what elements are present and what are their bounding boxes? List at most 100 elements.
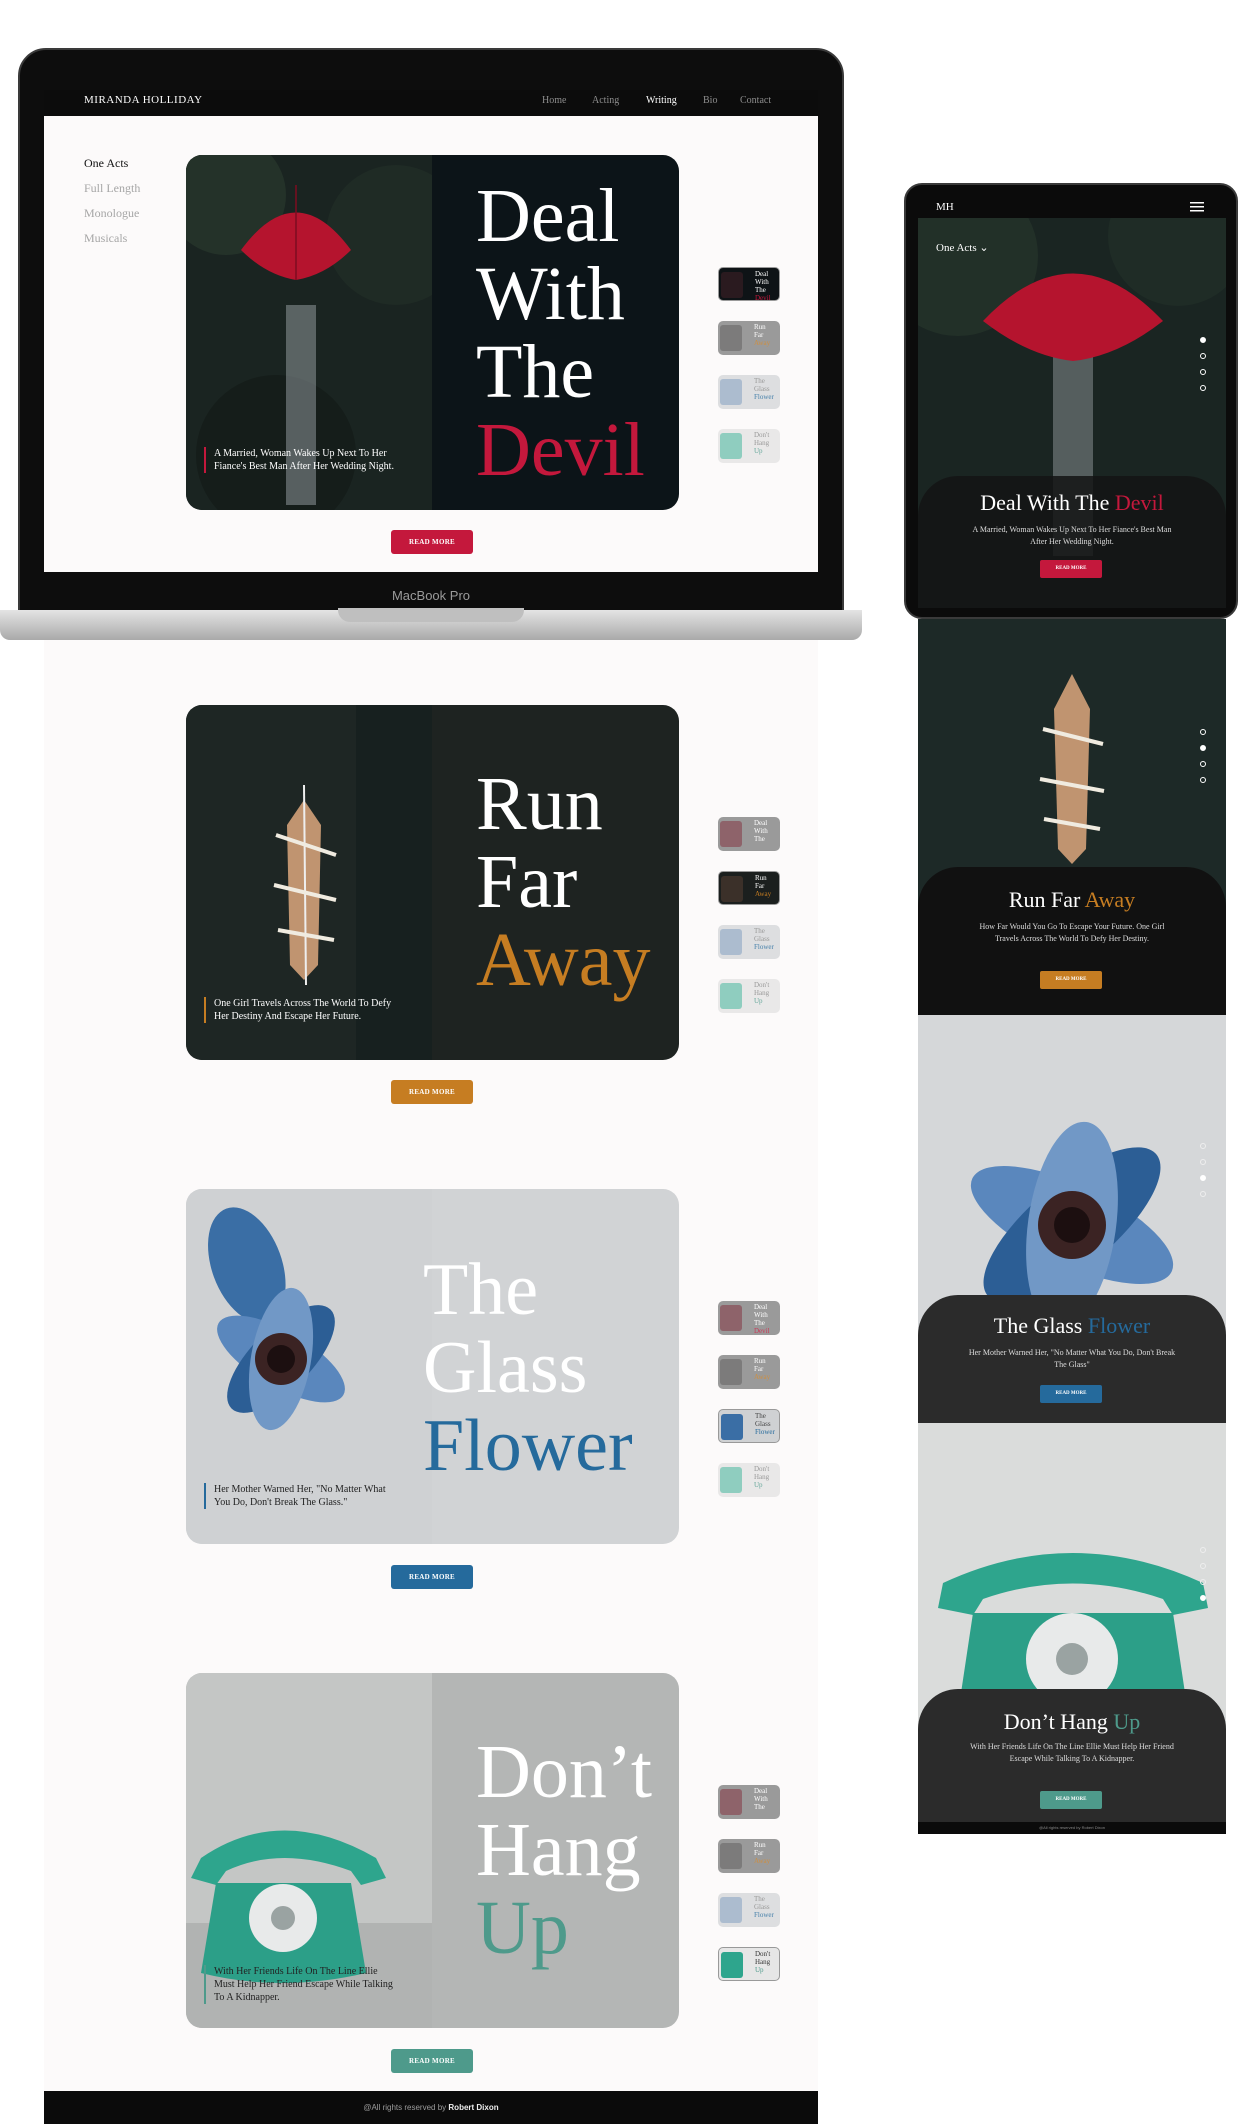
play-card-run-far-away[interactable]: Run Far Away One Girl Travels Across The… xyxy=(186,705,679,1060)
thumb-the-glass-flower[interactable]: The Glass Flower xyxy=(718,375,780,409)
slider-dot[interactable] xyxy=(1200,1143,1206,1149)
thumb-deal-with-the-devil[interactable]: Deal With The xyxy=(718,1785,780,1819)
chevron-down-icon: ⌄ xyxy=(979,242,989,254)
thumb-deal-with-the-devil[interactable]: Deal With The Devil xyxy=(718,1301,780,1335)
play-card-dont-hang-up[interactable]: Don’t Hang Up With Her Friends Life On T… xyxy=(186,1673,679,2028)
nav-writing[interactable]: Writing xyxy=(646,95,677,106)
thumb-dont-hang-up[interactable]: Don't Hang Up xyxy=(718,1947,780,1981)
thumb-image xyxy=(720,1789,742,1815)
thumb-image xyxy=(721,1952,743,1978)
read-more-button-up[interactable]: READ MORE xyxy=(391,2049,473,2073)
device-label: MacBook Pro xyxy=(391,588,471,603)
slider-dot[interactable] xyxy=(1200,353,1206,359)
sidebar-item-monologue[interactable]: Monologue xyxy=(84,206,139,221)
slider-dot[interactable] xyxy=(1200,1191,1206,1197)
thumb-dont-hang-up[interactable]: Don't Hang Up xyxy=(718,979,780,1013)
read-more-button-away[interactable]: READ MORE xyxy=(391,1080,473,1104)
slider-dot[interactable] xyxy=(1200,729,1206,735)
slider-dot[interactable] xyxy=(1200,1159,1206,1165)
mobile-read-more-button[interactable]: READ MORE xyxy=(1040,971,1102,989)
mobile-info-panel: Don’t Hang Up With Her Friends Life On T… xyxy=(918,1689,1226,1822)
nav-acting[interactable]: Acting xyxy=(592,95,619,106)
card-tagline: With Her Friends Life On The Line Ellie … xyxy=(204,1965,399,2004)
thumb-run-far-away[interactable]: Run Far Away xyxy=(718,871,780,905)
thumb-deal-with-the-devil[interactable]: Deal With The Devil xyxy=(718,267,780,301)
mobile-title: Deal With The Devil xyxy=(980,490,1164,515)
thumb-image xyxy=(720,1305,742,1331)
sidebar-item-one-acts[interactable]: One Acts xyxy=(84,156,128,171)
card-tagline: Her Mother Warned Her, "No Matter What Y… xyxy=(204,1483,399,1509)
hamburger-menu-icon[interactable] xyxy=(1190,202,1204,212)
card-tagline: One Girl Travels Across The World To Def… xyxy=(204,997,399,1023)
title-accent: Flower xyxy=(423,1405,633,1487)
sidebar-item-full-length[interactable]: Full Length xyxy=(84,181,140,196)
thumb-run-far-away[interactable]: Run Far Away xyxy=(718,1355,780,1389)
thumb-text: Run Far Away xyxy=(755,874,772,898)
laptop-notch xyxy=(338,608,524,622)
sidebar-item-musicals[interactable]: Musicals xyxy=(84,231,127,246)
title-line: The xyxy=(476,330,595,414)
thumb-image xyxy=(721,272,743,298)
mobile-read-more-button[interactable]: READ MORE xyxy=(1040,1791,1102,1809)
footer-author[interactable]: Robert Dixon xyxy=(448,2103,498,2112)
thumb-run-far-away[interactable]: Run Far Away xyxy=(718,1839,780,1873)
slider-dot[interactable] xyxy=(1200,385,1206,391)
mobile-description: How Far Would You Go To Escape Your Futu… xyxy=(979,922,1165,943)
slider-dot[interactable] xyxy=(1200,1579,1206,1585)
thumb-image xyxy=(720,1359,742,1385)
thumb-image xyxy=(720,1897,742,1923)
card-title: Run Far Away xyxy=(476,765,651,999)
thumb-text: Deal With The xyxy=(754,1787,768,1811)
mobile-description: A Married, Woman Wakes Up Next To Her Fi… xyxy=(972,525,1172,546)
play-card-deal-with-the-devil[interactable]: Deal With The Devil A Married, Woman Wak… xyxy=(186,155,679,510)
thumb-image xyxy=(720,1467,742,1493)
mobile-section-up: Don’t Hang Up With Her Friends Life On T… xyxy=(918,1423,1226,1822)
slider-dot[interactable] xyxy=(1200,1595,1206,1601)
thumb-image xyxy=(721,876,743,902)
nav-bio[interactable]: Bio xyxy=(703,95,717,106)
play-card-the-glass-flower[interactable]: The Glass Flower Her Mother Warned Her, … xyxy=(186,1189,679,1544)
nav-home[interactable]: Home xyxy=(542,95,566,106)
slider-dot[interactable] xyxy=(1200,777,1206,783)
thumb-run-far-away[interactable]: Run Far Away xyxy=(718,321,780,355)
mobile-footer: @All rights reserved by Robert Dixon xyxy=(918,1822,1226,1834)
thumb-image xyxy=(720,929,742,955)
thumb-the-glass-flower[interactable]: The Glass Flower xyxy=(718,925,780,959)
mobile-logo[interactable]: MH xyxy=(936,201,954,213)
site-brand[interactable]: MIRANDA HOLLIDAY xyxy=(84,94,203,106)
slider-dot[interactable] xyxy=(1200,745,1206,751)
mobile-read-more-button[interactable]: READ MORE xyxy=(1040,560,1102,578)
nav-contact[interactable]: Contact xyxy=(740,95,771,106)
card-title: Don’t Hang Up xyxy=(476,1733,652,1967)
thumb-image xyxy=(720,433,742,459)
site-footer: @All rights reserved by Robert Dixon xyxy=(44,2091,818,2124)
thumb-image xyxy=(720,325,742,351)
card-title: The Glass Flower xyxy=(423,1251,633,1485)
mobile-read-more-button[interactable]: READ MORE xyxy=(1040,1385,1102,1403)
read-more-button-devil[interactable]: READ MORE xyxy=(391,530,473,554)
title-line: With xyxy=(476,252,625,336)
slider-dot[interactable] xyxy=(1200,761,1206,767)
slider-dot[interactable] xyxy=(1200,1175,1206,1181)
mobile-section-flower: The Glass Flower Her Mother Warned Her, … xyxy=(918,1015,1226,1423)
title-line: Deal xyxy=(476,174,620,258)
footer-text: @All rights reserved by xyxy=(363,2103,447,2112)
dropdown-label: One Acts xyxy=(936,242,977,254)
slider-dot[interactable] xyxy=(1200,1547,1206,1553)
thumb-deal-with-the-devil[interactable]: Deal With The xyxy=(718,817,780,851)
read-more-button-flower[interactable]: READ MORE xyxy=(391,1565,473,1589)
thumb-the-glass-flower[interactable]: The Glass Flower xyxy=(718,1893,780,1927)
thumb-image xyxy=(720,1843,742,1869)
mobile-description: With Her Friends Life On The Line Ellie … xyxy=(970,1742,1174,1763)
thumb-dont-hang-up[interactable]: Don't Hang Up xyxy=(718,1463,780,1497)
thumb-the-glass-flower[interactable]: The Glass Flower xyxy=(718,1409,780,1443)
thumb-dont-hang-up[interactable]: Don't Hang Up xyxy=(718,429,780,463)
category-dropdown[interactable]: One Acts ⌄ xyxy=(936,241,989,254)
card-title: Deal With The Devil xyxy=(476,177,645,489)
thumb-text: The Glass Flower xyxy=(754,377,774,401)
thumb-text: The Glass Flower xyxy=(754,1895,774,1919)
mobile-section-devil: MH One Acts ⌄ Deal With The Devil A Marr… xyxy=(918,196,1226,608)
slider-dot[interactable] xyxy=(1200,337,1206,343)
slider-dot[interactable] xyxy=(1200,1563,1206,1569)
slider-dot[interactable] xyxy=(1200,369,1206,375)
